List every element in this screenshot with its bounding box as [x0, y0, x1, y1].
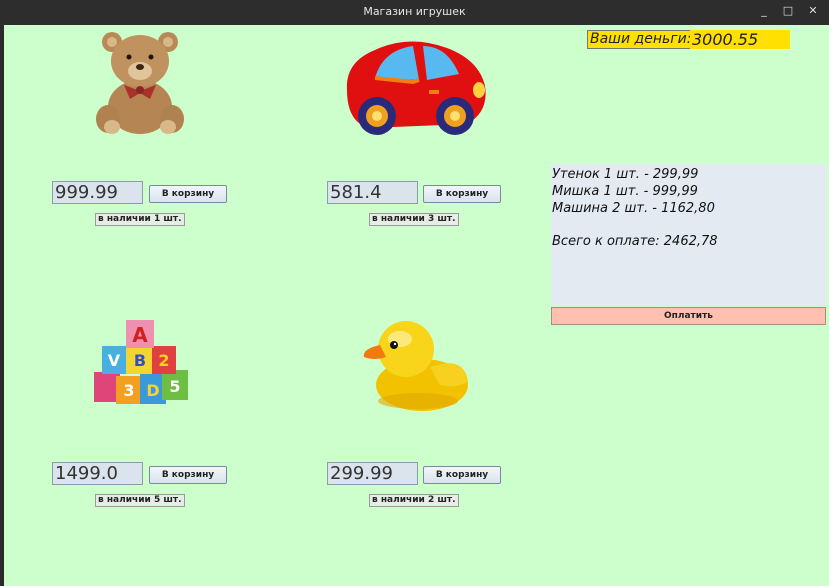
svg-text:B: B	[134, 351, 146, 370]
toy-car-icon	[346, 41, 486, 135]
maximize-button[interactable]: □	[781, 4, 795, 18]
add-to-cart-button-rubber-duck[interactable]: В корзину	[423, 466, 501, 484]
rubber-duck-icon	[363, 321, 468, 411]
window-titlebar: Магазин игрушек _ □ ✕	[0, 0, 829, 25]
svg-text:5: 5	[169, 377, 180, 396]
svg-text:V: V	[108, 351, 121, 370]
price-field-rubber-duck[interactable]: 299.99	[327, 462, 418, 485]
stock-label-toy-blocks: в наличии 5 шт.	[95, 494, 185, 507]
cart-line: Утенок 1 шт. - 299,99	[552, 167, 699, 182]
close-button[interactable]: ✕	[806, 4, 820, 18]
wallet-label: Ваши деньги:	[587, 30, 695, 49]
add-to-cart-button-toy-car[interactable]: В корзину	[423, 185, 501, 203]
pay-button[interactable]: Оплатить	[551, 307, 826, 325]
svg-text:A: A	[132, 323, 148, 347]
cart-summary: Утенок 1 шт. - 299,99 Мишка 1 шт. - 999,…	[551, 164, 827, 305]
toy-blocks-icon: A V B 2 3 D 5	[94, 320, 188, 404]
cart-total: Всего к оплате: 2462,78	[552, 234, 718, 249]
stock-label-toy-car: в наличии 3 шт.	[369, 213, 459, 226]
add-to-cart-button-toy-blocks[interactable]: В корзину	[149, 466, 227, 484]
svg-text:D: D	[146, 381, 159, 400]
window-title: Магазин игрушек	[363, 5, 466, 18]
wallet-value: 3000.55	[690, 30, 790, 49]
svg-text:2: 2	[158, 351, 169, 370]
teddy-bear-icon	[96, 32, 184, 134]
cart-line: Мишка 1 шт. - 999,99	[552, 184, 698, 199]
price-field-toy-blocks[interactable]: 1499.0	[52, 462, 143, 485]
svg-text:3: 3	[123, 381, 134, 400]
price-field-teddy-bear[interactable]: 999.99	[52, 181, 143, 204]
add-to-cart-button-teddy-bear[interactable]: В корзину	[149, 185, 227, 203]
cart-line: Машина 2 шт. - 1162,80	[552, 201, 715, 216]
shop-panel: A V B 2 3 D 5 999.99 В корзину в наличии…	[4, 25, 829, 586]
stock-label-teddy-bear: в наличии 1 шт.	[95, 213, 185, 226]
price-field-toy-car[interactable]: 581.4	[327, 181, 418, 204]
minimize-button[interactable]: _	[757, 4, 771, 18]
stock-label-rubber-duck: в наличии 2 шт.	[369, 494, 459, 507]
